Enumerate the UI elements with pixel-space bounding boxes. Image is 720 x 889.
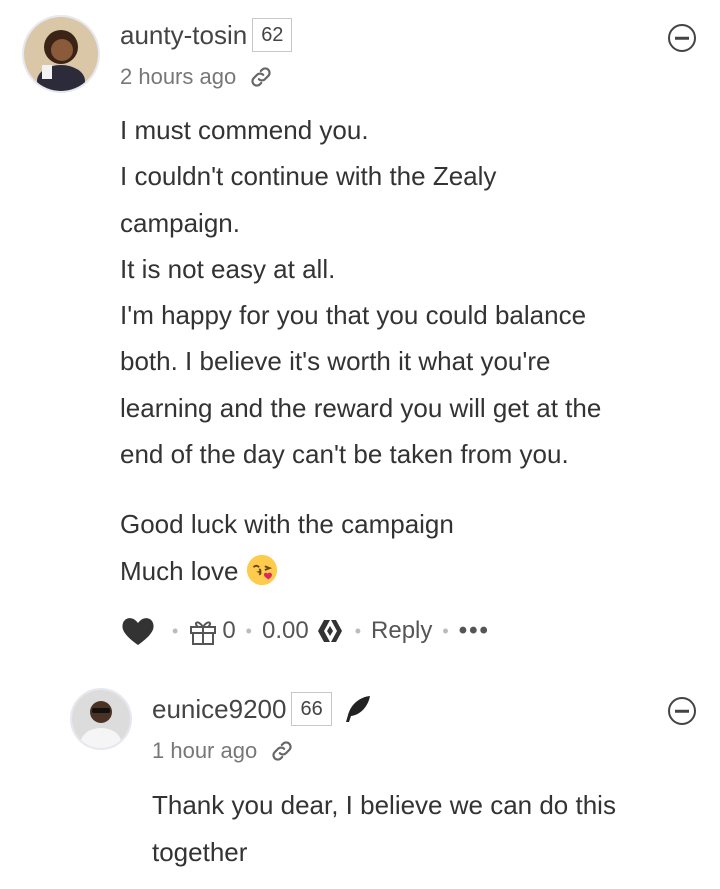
comment: aunty-tosin 62 2 hours ago I must commen… [0, 0, 720, 665]
more-options-button[interactable]: ••• [459, 617, 490, 645]
separator-dot: • [442, 620, 449, 641]
body-line: end of the day can't be taken from you. [120, 439, 569, 470]
separator-dot: • [354, 620, 362, 641]
avatar-image [72, 690, 130, 748]
gift-icon[interactable] [188, 616, 218, 646]
separator-dot: • [172, 620, 179, 641]
reply-button[interactable]: Reply [371, 617, 432, 645]
comment-header: aunty-tosin 62 [120, 18, 293, 52]
link-icon[interactable] [248, 64, 274, 90]
heart-icon[interactable] [120, 615, 156, 647]
kissing-face-emoji [246, 554, 277, 585]
collapse-icon[interactable] [668, 697, 696, 725]
payout-value[interactable]: 0.00 [262, 617, 309, 645]
body-line: together [152, 837, 248, 867]
hive-logo-icon [317, 620, 342, 642]
collapse-icon[interactable] [668, 24, 696, 52]
timestamp[interactable]: 2 hours ago [120, 64, 236, 90]
author-name[interactable]: aunty-tosin [120, 20, 247, 51]
reputation-badge: 62 [252, 18, 293, 52]
avatar[interactable] [70, 688, 132, 750]
link-icon[interactable] [269, 738, 295, 764]
gift-count[interactable]: 0 [222, 617, 235, 645]
separator-dot: • [245, 620, 252, 641]
body-line: I'm happy for you that you could balance [120, 300, 587, 331]
avatar[interactable] [22, 15, 100, 93]
body-line: campaign. [120, 207, 240, 238]
reputation-badge: 66 [291, 692, 332, 726]
timestamp[interactable]: 1 hour ago [152, 738, 257, 764]
author-name[interactable]: eunice9200 [152, 694, 286, 725]
comment-body: Thank you dear, I believe we can do this… [152, 782, 712, 876]
body-line: I couldn't continue with the Zealy [120, 161, 497, 192]
comment-actions: • 0 • 0.00 • Reply • ••• [120, 615, 490, 647]
avatar-image [24, 17, 98, 91]
comment-body: I must commend you. I couldn't continue … [120, 107, 705, 594]
body-line: I must commend you. [120, 115, 369, 145]
comment-header: eunice9200 66 [152, 692, 374, 726]
feather-icon [345, 696, 370, 722]
body-line-with-emoji: Much love [120, 548, 705, 594]
comment-meta: 1 hour ago [152, 738, 295, 764]
body-line: Thank you dear, I believe we can do this [152, 790, 616, 820]
body-line-text: Much love [120, 555, 239, 586]
body-line: learning and the reward you will get at … [120, 392, 602, 423]
body-line: It is not easy at all. [120, 253, 336, 284]
comment-meta: 2 hours ago [120, 64, 274, 90]
body-line: Good luck with the campaign [120, 509, 454, 540]
body-line: both. I believe it's worth it what you'r… [120, 346, 551, 377]
